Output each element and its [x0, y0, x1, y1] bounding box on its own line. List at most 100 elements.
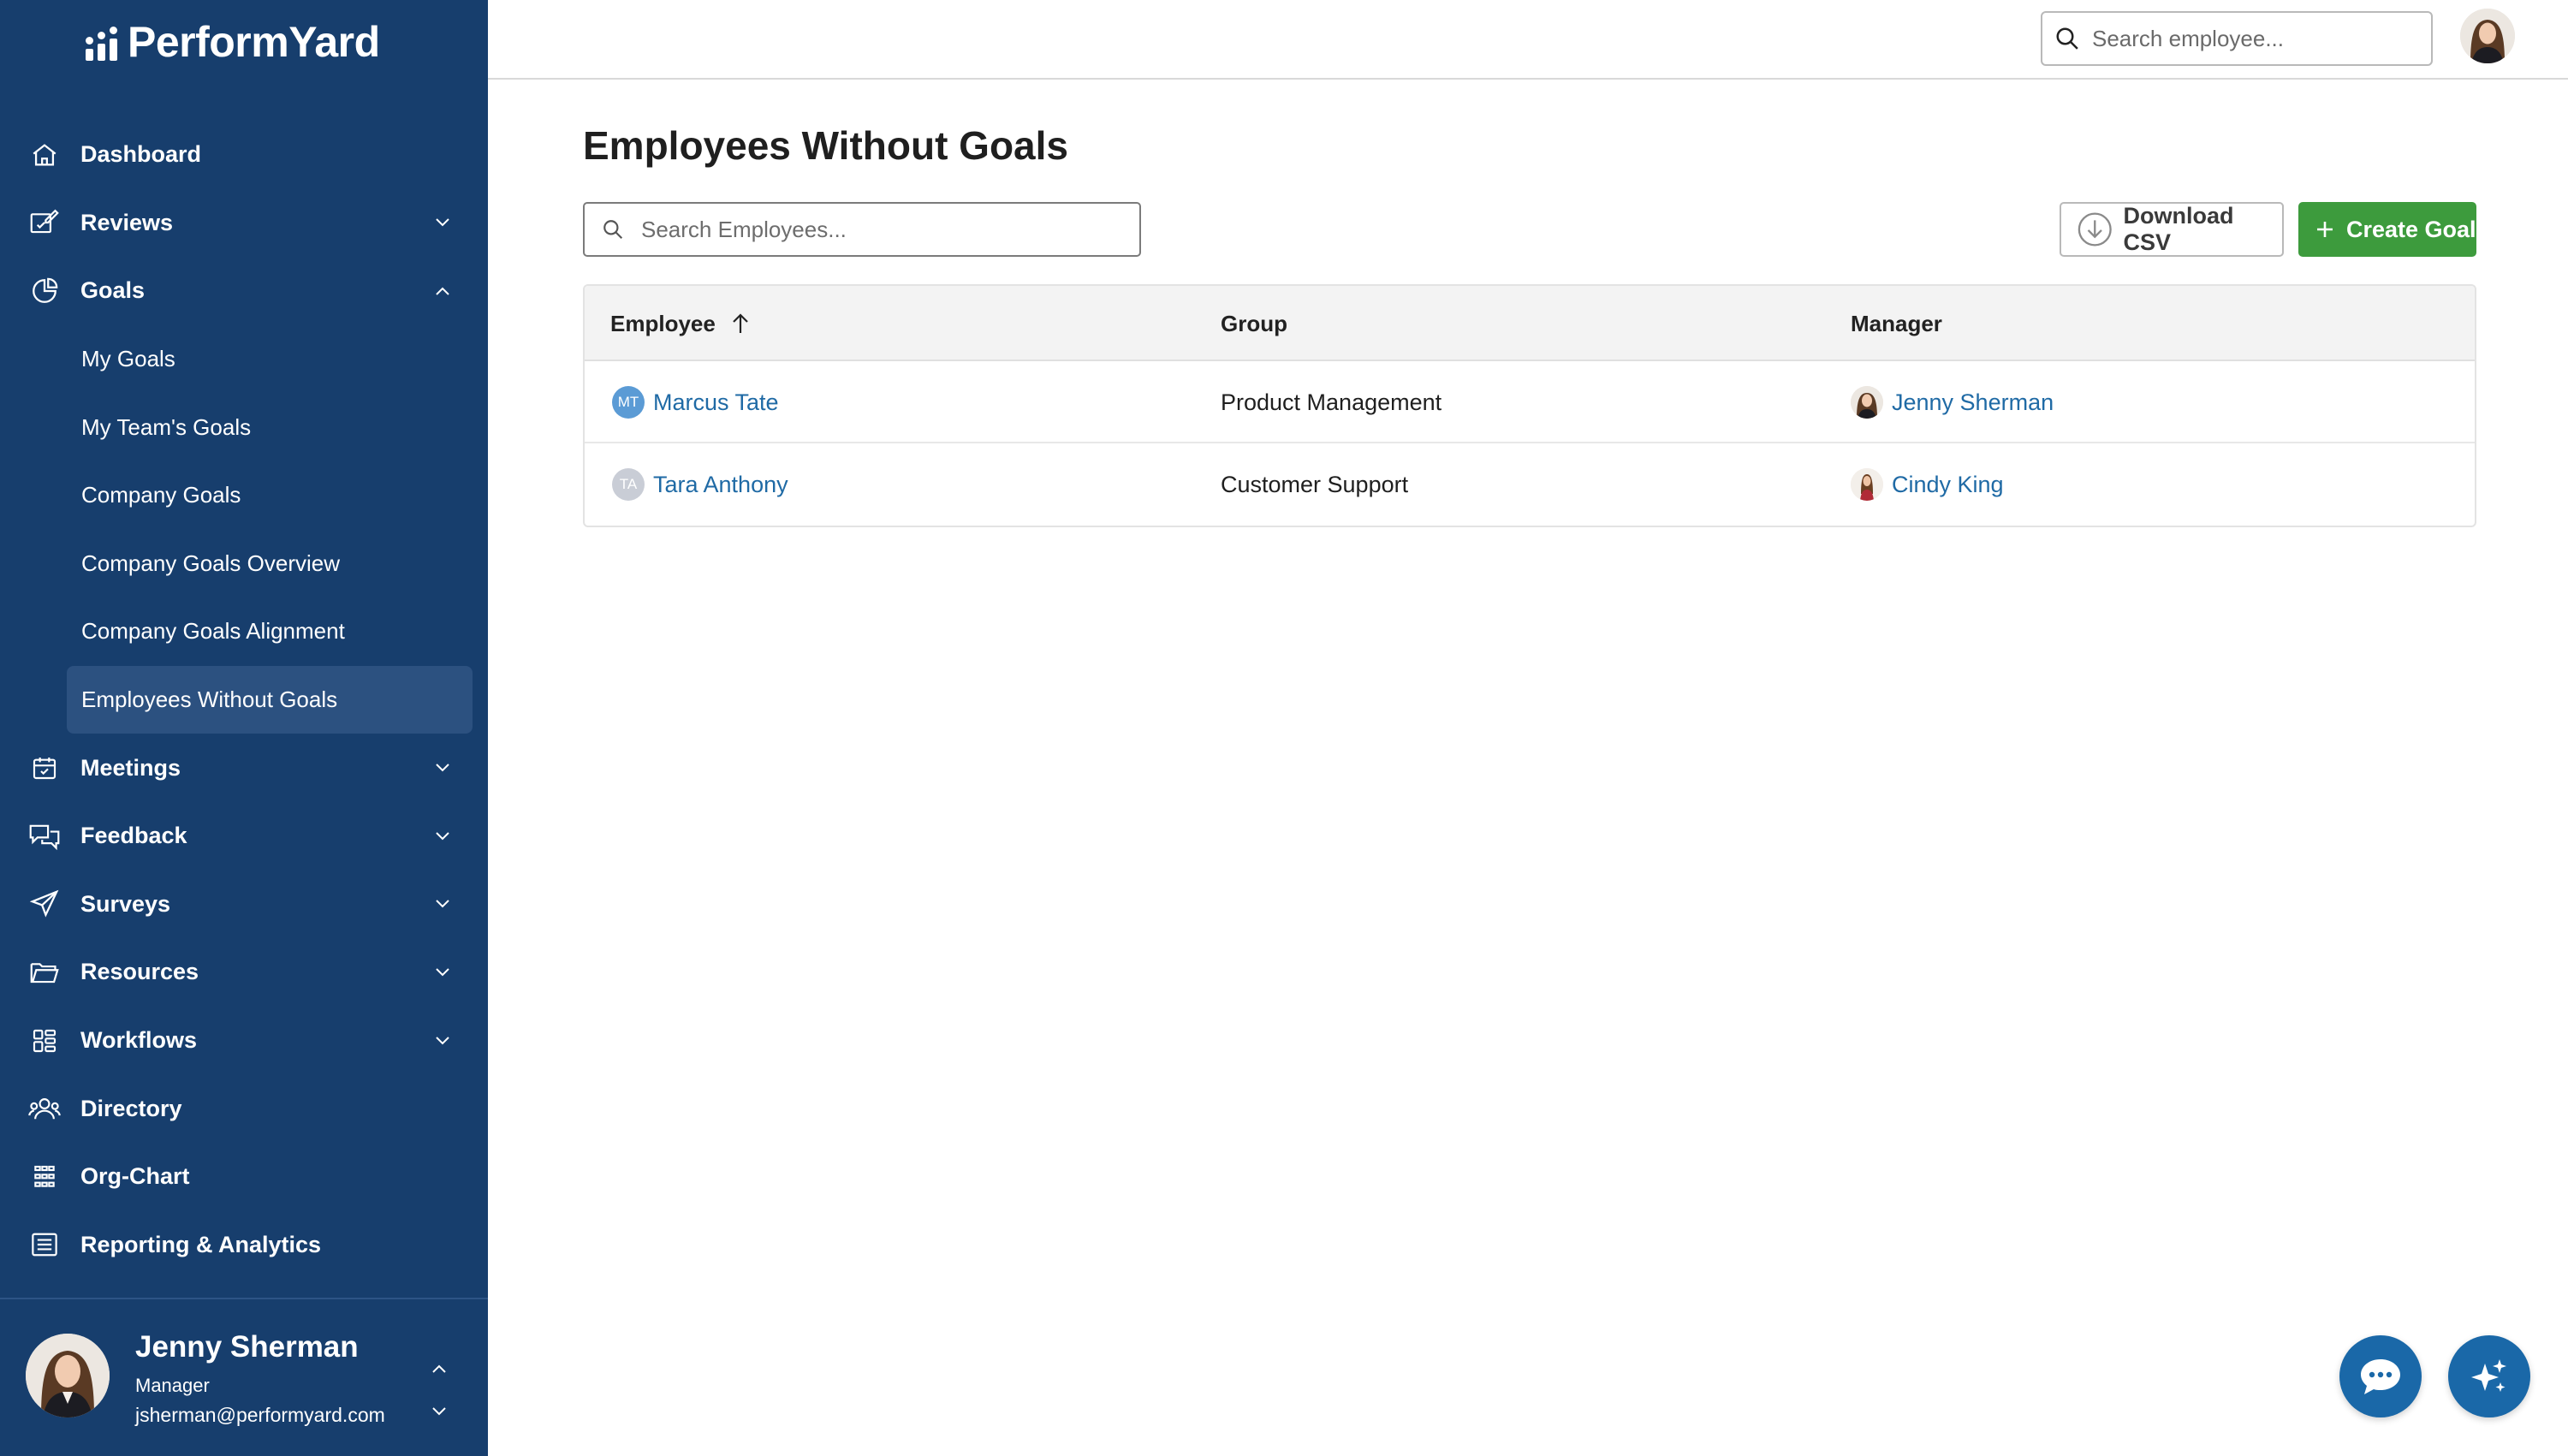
chevron-up-icon — [432, 1364, 446, 1373]
column-header-manager[interactable]: Manager — [1851, 286, 1942, 361]
profile-menu-toggle[interactable] — [426, 1364, 452, 1416]
sidebar-item-label: Resources — [80, 959, 199, 985]
folder-icon — [27, 955, 62, 989]
sidebar-item-meetings[interactable]: Meetings — [0, 734, 488, 802]
sidebar-subitem-my-goals[interactable]: My Goals — [0, 325, 488, 394]
manager-link[interactable]: Jenny Sherman — [1892, 389, 2054, 416]
create-goal-button[interactable]: Create Goal — [2298, 202, 2476, 257]
search-icon — [603, 220, 623, 240]
calendar-icon — [27, 751, 62, 785]
sidebar-item-label: Surveys — [80, 890, 171, 917]
employee-initials-avatar: MT — [612, 386, 645, 419]
sidebar-item-label: Dashboard — [80, 141, 202, 168]
create-goal-label: Create Goal — [2346, 216, 2476, 242]
column-header-label: Manager — [1851, 310, 1942, 336]
user-avatar — [26, 1334, 110, 1417]
chevron-down-icon — [432, 1407, 446, 1416]
sidebar-item-label: Meetings — [80, 754, 181, 781]
sidebar-subitem-employees-without-goals[interactable]: Employees Without Goals — [67, 665, 473, 734]
column-header-label: Group — [1221, 310, 1287, 336]
sidebar-item-label: Org-Chart — [80, 1163, 190, 1190]
employees-table: Employee Group Manager MT Marcus Tate Pr… — [583, 284, 2476, 527]
sidebar-item-label: Directory — [80, 1095, 182, 1121]
sidebar-item-label: Workflows — [80, 1027, 198, 1054]
ai-assistant-button[interactable] — [2448, 1335, 2530, 1417]
manager-cell: Cindy King — [1851, 443, 2004, 526]
plus-icon — [2317, 222, 2333, 237]
account-avatar[interactable] — [2460, 9, 2515, 63]
employee-cell: MT Marcus Tate — [612, 361, 779, 443]
employee-search-input[interactable] — [2092, 25, 2417, 52]
sidebar-item-feedback[interactable]: Feedback — [0, 802, 488, 871]
chevron-down-icon[interactable] — [430, 755, 455, 781]
sidebar-item-label: Reporting & Analytics — [80, 1231, 322, 1257]
column-header-label: Employee — [610, 310, 716, 336]
chevron-down-icon[interactable] — [430, 891, 455, 917]
chat-button[interactable] — [2339, 1335, 2422, 1417]
table-row: TA Tara Anthony Customer Support Cindy K… — [585, 443, 2475, 526]
page-title: Employees Without Goals — [583, 123, 1069, 168]
sparkle-icon — [2471, 1359, 2506, 1392]
user-role: Manager — [135, 1375, 210, 1396]
table-header: Employee Group Manager — [585, 286, 2475, 361]
report-list-icon — [27, 1227, 62, 1262]
sidebar-subitem-company-goals-overview[interactable]: Company Goals Overview — [0, 530, 488, 598]
download-csv-button[interactable]: Download CSV — [2060, 202, 2284, 257]
manager-avatar — [1851, 468, 1883, 501]
chevron-down-icon[interactable] — [430, 210, 455, 235]
employee-link[interactable]: Marcus Tate — [653, 389, 779, 416]
search-employees-input[interactable] — [641, 216, 1121, 243]
sidebar-item-label: Goals — [80, 277, 146, 304]
user-email: jsherman@performyard.com — [135, 1404, 385, 1426]
sidebar-item-label: Feedback — [80, 823, 187, 849]
org-chart-icon — [27, 1160, 62, 1194]
chevron-down-icon[interactable] — [430, 960, 455, 985]
sidebar-item-goals[interactable]: Goals — [0, 257, 488, 325]
workflow-grid-icon — [27, 1024, 62, 1058]
sidebar-subitem-my-teams-goals[interactable]: My Team's Goals — [0, 393, 488, 461]
pie-chart-icon — [27, 274, 62, 308]
group-cell: Customer Support — [1221, 471, 1409, 497]
employee-link[interactable]: Tara Anthony — [653, 472, 788, 498]
manager-avatar — [1851, 386, 1883, 419]
chevron-down-icon[interactable] — [430, 1028, 455, 1054]
column-header-employee[interactable]: Employee — [610, 286, 750, 361]
manager-link[interactable]: Cindy King — [1892, 472, 2004, 498]
review-edit-icon — [27, 205, 62, 240]
sidebar-item-resources[interactable]: Resources — [0, 938, 488, 1007]
chevron-down-icon[interactable] — [430, 823, 455, 849]
employee-cell: TA Tara Anthony — [612, 443, 788, 526]
sidebar-item-dashboard[interactable]: Dashboard — [0, 121, 488, 189]
employee-search-box[interactable] — [2041, 11, 2433, 66]
logo-text: PerformYard — [128, 18, 380, 66]
user-profile-card[interactable]: Jenny Sherman Manager jsherman@performya… — [0, 1298, 488, 1456]
app-logo[interactable]: PerformYard — [86, 15, 380, 68]
sidebar-item-org-chart[interactable]: Org-Chart — [0, 1143, 488, 1211]
sidebar-item-workflows[interactable]: Workflows — [0, 1007, 488, 1075]
group-cell: Product Management — [1221, 389, 1442, 415]
search-icon — [2056, 27, 2078, 50]
home-icon — [27, 138, 62, 172]
download-csv-label: Download CSV — [2123, 203, 2234, 255]
paper-plane-icon — [27, 887, 62, 921]
chevron-up-icon[interactable] — [430, 278, 455, 304]
download-icon — [2078, 212, 2112, 247]
manager-cell: Jenny Sherman — [1851, 361, 2054, 443]
sidebar-item-reporting-analytics[interactable]: Reporting & Analytics — [0, 1211, 488, 1280]
chat-bubbles-icon — [27, 819, 62, 853]
user-name: Jenny Sherman — [135, 1330, 359, 1364]
sidebar-nav: Dashboard Reviews Goals My Goals My Team… — [0, 121, 488, 1279]
sidebar: PerformYard Dashboard Reviews Goals My G… — [0, 0, 488, 1456]
people-icon — [27, 1091, 62, 1126]
sidebar-item-reviews[interactable]: Reviews — [0, 189, 488, 258]
column-header-group[interactable]: Group — [1221, 286, 1287, 361]
sidebar-item-label: Reviews — [80, 209, 174, 235]
sort-ascending-icon — [733, 313, 748, 333]
sidebar-item-directory[interactable]: Directory — [0, 1074, 488, 1143]
top-bar — [488, 0, 2568, 80]
search-employees-box[interactable] — [583, 202, 1141, 257]
chat-icon — [2361, 1359, 2400, 1394]
sidebar-item-surveys[interactable]: Surveys — [0, 871, 488, 939]
sidebar-subitem-company-goals-alignment[interactable]: Company Goals Alignment — [0, 597, 488, 666]
sidebar-subitem-company-goals[interactable]: Company Goals — [0, 461, 488, 530]
